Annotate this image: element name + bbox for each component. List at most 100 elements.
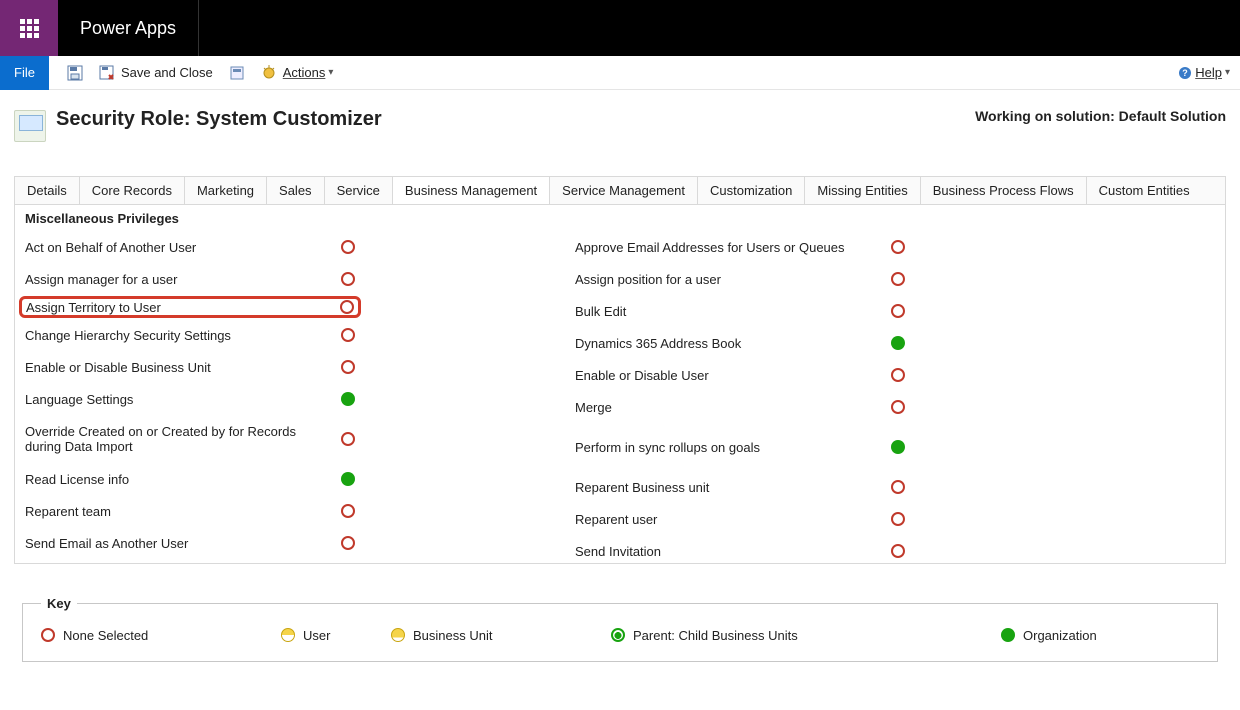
privilege-level-dot[interactable]	[891, 368, 905, 382]
app-title: Power Apps	[58, 0, 199, 56]
privilege-level-dot[interactable]	[891, 304, 905, 318]
privilege-level-dot[interactable]	[341, 472, 355, 486]
save-close-icon	[99, 65, 115, 81]
tab-custom-entities[interactable]: Custom Entities	[1087, 177, 1202, 204]
tab-service[interactable]: Service	[325, 177, 393, 204]
privilege-label: Perform in sync rollups on goals	[575, 440, 891, 455]
toolbar-button[interactable]	[221, 56, 253, 90]
key-section: Key None SelectedUserBusiness UnitParent…	[22, 596, 1218, 662]
privilege-row: Assign manager for a user	[25, 268, 355, 290]
privilege-level-dot[interactable]	[891, 240, 905, 254]
tab-marketing[interactable]: Marketing	[185, 177, 267, 204]
save-icon	[67, 65, 83, 81]
privilege-label: Read License info	[25, 472, 341, 487]
actions-button[interactable]: Actions ▾	[253, 56, 342, 90]
privilege-row: Assign position for a user	[575, 268, 905, 290]
privilege-level-dot[interactable]	[891, 440, 905, 454]
save-button[interactable]	[59, 56, 91, 90]
privilege-row: Merge	[575, 396, 905, 418]
tab-details[interactable]: Details	[15, 177, 80, 204]
solution-label: Working on solution: Default Solution	[975, 108, 1226, 124]
tab-business-management[interactable]: Business Management	[393, 177, 550, 204]
privilege-row: Reparent Business unit	[575, 476, 905, 498]
privilege-row: Change Hierarchy Security Settings	[25, 324, 355, 346]
privilege-level-dot[interactable]	[341, 360, 355, 374]
privilege-column-right: Approve Email Addresses for Users or Que…	[575, 236, 905, 564]
key-item: Business Unit	[391, 628, 492, 643]
privilege-row: Assign Territory to User	[19, 296, 361, 318]
privilege-row: Send Email as Another User	[25, 532, 355, 554]
privilege-level-dot[interactable]	[341, 504, 355, 518]
tab-missing-entities[interactable]: Missing Entities	[805, 177, 920, 204]
tab-core-records[interactable]: Core Records	[80, 177, 185, 204]
key-label: User	[303, 628, 330, 643]
privilege-level-dot[interactable]	[891, 480, 905, 494]
key-dot-icon	[391, 628, 405, 642]
privilege-column-left: Act on Behalf of Another User Assign mana…	[25, 236, 355, 564]
privilege-level-dot[interactable]	[891, 512, 905, 526]
privilege-label: Send Email as Another User	[25, 536, 341, 551]
svg-text:?: ?	[1182, 68, 1188, 78]
key-legend: Key	[41, 596, 77, 611]
tab-business-process-flows[interactable]: Business Process Flows	[921, 177, 1087, 204]
privilege-level-dot[interactable]	[891, 336, 905, 350]
privilege-level-dot[interactable]	[341, 536, 355, 550]
actions-icon	[261, 65, 277, 81]
privilege-level-dot[interactable]	[891, 400, 905, 414]
privilege-label: Assign position for a user	[575, 272, 891, 287]
privilege-level-dot[interactable]	[341, 328, 355, 342]
privilege-label: Assign Territory to User	[26, 300, 340, 315]
privilege-label: Enable or Disable User	[575, 368, 891, 383]
privilege-row: Enable or Disable Business Unit	[25, 356, 355, 378]
privilege-level-dot[interactable]	[341, 272, 355, 286]
tab-service-management[interactable]: Service Management	[550, 177, 698, 204]
privilege-label: Bulk Edit	[575, 304, 891, 319]
key-label: Parent: Child Business Units	[633, 628, 798, 643]
privilege-label: Merge	[575, 400, 891, 415]
privilege-row: Dynamics 365 Address Book	[575, 332, 905, 354]
privilege-row: Read License info	[25, 468, 355, 490]
key-dot-icon	[611, 628, 625, 642]
privilege-level-dot[interactable]	[891, 544, 905, 558]
privilege-level-dot[interactable]	[341, 432, 355, 446]
privilege-label: Reparent Business unit	[575, 480, 891, 495]
key-item: Organization	[1001, 628, 1097, 643]
page-title: Security Role: System Customizer	[56, 108, 382, 131]
key-label: Organization	[1023, 628, 1097, 643]
privilege-row: Send Invitation	[575, 540, 905, 562]
privilege-row: Reparent user	[575, 508, 905, 530]
privilege-row: Act on Behalf of Another User	[25, 236, 355, 258]
tab-customization[interactable]: Customization	[698, 177, 805, 204]
section-title: Miscellaneous Privileges	[25, 205, 1215, 236]
app-launcher[interactable]	[0, 0, 58, 56]
actions-label: Actions	[283, 65, 326, 80]
key-item: User	[281, 628, 330, 643]
help-icon: ?	[1178, 66, 1192, 80]
privilege-level-dot[interactable]	[891, 272, 905, 286]
privilege-label: Send Invitation	[575, 544, 891, 559]
privilege-row: Language Settings	[25, 388, 355, 410]
privilege-row: Reparent team	[25, 500, 355, 522]
privilege-label: Override Created on or Created by for Re…	[25, 424, 341, 454]
privilege-label: Reparent user	[575, 512, 891, 527]
privilege-label: Approve Email Addresses for Users or Que…	[575, 240, 891, 255]
top-bar: Power Apps	[0, 0, 1240, 56]
waffle-icon	[20, 19, 39, 38]
file-button[interactable]: File	[0, 56, 49, 90]
tab-sales[interactable]: Sales	[267, 177, 325, 204]
chevron-down-icon: ▾	[328, 67, 333, 78]
privilege-row: Perform in sync rollups on goals	[575, 428, 905, 466]
privilege-label: Act on Behalf of Another User	[25, 240, 341, 255]
privilege-row: Bulk Edit	[575, 300, 905, 322]
privilege-label: Reparent team	[25, 504, 341, 519]
privilege-label: Change Hierarchy Security Settings	[25, 328, 341, 343]
save-and-close-button[interactable]: Save and Close	[91, 56, 221, 90]
key-dot-icon	[281, 628, 295, 642]
privilege-level-dot[interactable]	[341, 392, 355, 406]
help-button[interactable]: ? Help ▾	[1178, 65, 1230, 80]
key-label: Business Unit	[413, 628, 492, 643]
page-header: Security Role: System Customizer Working…	[0, 90, 1240, 142]
privilege-label: Enable or Disable Business Unit	[25, 360, 341, 375]
privilege-level-dot[interactable]	[340, 300, 354, 314]
privilege-level-dot[interactable]	[341, 240, 355, 254]
